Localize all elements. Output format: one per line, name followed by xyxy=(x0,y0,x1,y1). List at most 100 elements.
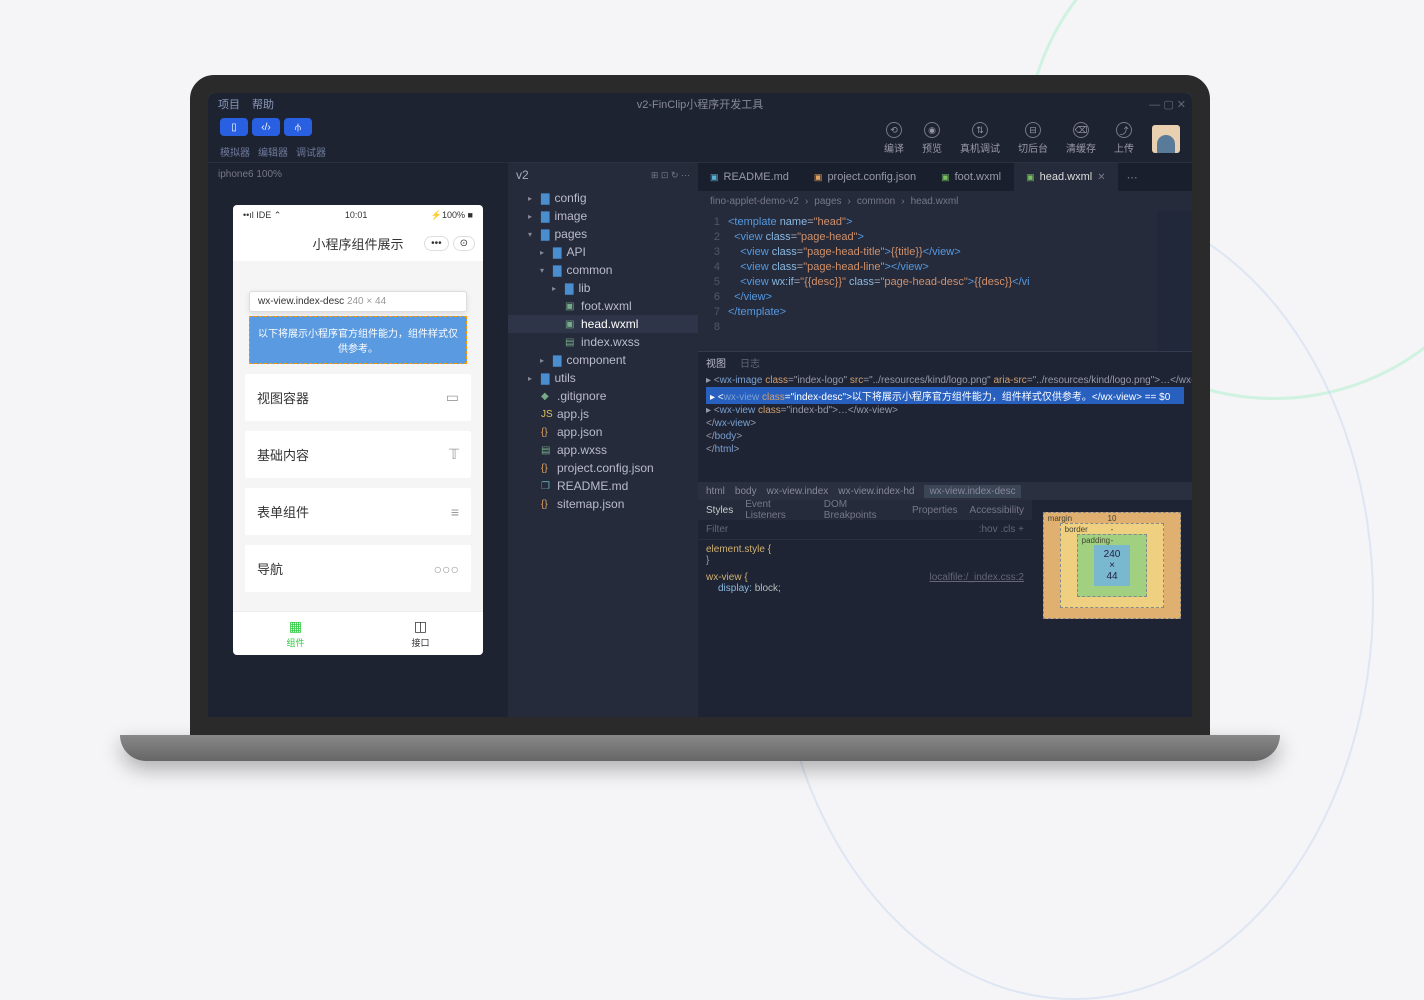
tree-app.wxss[interactable]: ▤app.wxss xyxy=(508,441,698,459)
phone-status-right: ⚡100% ■ xyxy=(431,210,473,221)
tree-pages[interactable]: ▾▇pages xyxy=(508,225,698,243)
tool-上传[interactable]: ⤴上传 xyxy=(1114,122,1134,155)
file-icon: JS xyxy=(541,409,552,420)
tree-app.js[interactable]: JSapp.js xyxy=(508,405,698,423)
pill-debugger[interactable]: ⫛ xyxy=(284,118,312,136)
subtab-Event Listeners[interactable]: Event Listeners xyxy=(745,499,812,521)
list-item[interactable]: 导航○○○ xyxy=(245,545,471,592)
crumb-wx-view.index[interactable]: wx-view.index xyxy=(767,486,829,497)
tree-foot.wxml[interactable]: ▣foot.wxml xyxy=(508,297,698,315)
crumb-wx-view.index-hd[interactable]: wx-view.index-hd xyxy=(838,486,914,497)
close-icon[interactable]: ✕ xyxy=(1097,172,1105,183)
explorer-root[interactable]: v2 xyxy=(516,168,529,182)
menu-project[interactable]: 项目 xyxy=(218,96,240,112)
file-icon: ◆ xyxy=(541,391,552,402)
tree-utils[interactable]: ▸▇utils xyxy=(508,369,698,387)
list-item[interactable]: 视图容器▭ xyxy=(245,374,471,421)
window-controls[interactable]: ― ▢ ✕ xyxy=(1149,98,1186,111)
phone-status-time: 10:01 xyxy=(345,210,368,220)
tab-foot.wxml[interactable]: ▣foot.wxml xyxy=(929,163,1014,191)
simulator-status: iphone6 100% xyxy=(208,163,508,185)
tree-project.config.json[interactable]: {}project.config.json xyxy=(508,459,698,477)
tool-真机调试[interactable]: ⇅真机调试 xyxy=(960,122,1000,155)
file-icon: ▣ xyxy=(565,319,576,330)
tool-切后台[interactable]: ⊟切后台 xyxy=(1018,122,1048,155)
pill-label-edit: 编辑器 xyxy=(258,144,288,159)
elements-panel[interactable]: ▸ <wx-image class="index-logo" src="../r… xyxy=(698,372,1192,482)
styles-filter[interactable]: Filter xyxy=(706,524,728,535)
subtab-Accessibility[interactable]: Accessibility xyxy=(970,505,1024,516)
dt-tab-log[interactable]: 日志 xyxy=(740,355,760,370)
folder-icon: ▇ xyxy=(565,282,573,295)
tab-head.wxml[interactable]: ▣head.wxml✕ xyxy=(1014,163,1118,191)
tree-component[interactable]: ▸▇component xyxy=(508,351,698,369)
tool-清缓存[interactable]: ⌫清缓存 xyxy=(1066,122,1096,155)
phone-status-left: ••ıl IDE ⌃ xyxy=(243,210,281,221)
subtab-Styles[interactable]: Styles xyxy=(706,505,733,516)
laptop-frame: 项目 帮助 v2-FinClip小程序开发工具 ― ▢ ✕ ▯ ‹/› ⫛ 模拟… xyxy=(170,75,1230,795)
file-icon: {} xyxy=(541,463,552,474)
tab-project.config.json[interactable]: ▣project.config.json xyxy=(802,163,929,191)
pill-label-debug: 调试器 xyxy=(296,144,326,159)
tabs-more[interactable]: ⋯ xyxy=(1119,163,1146,191)
highlighted-element[interactable]: 以下将展示小程序官方组件能力，组件样式仅供参考。 xyxy=(249,316,467,364)
tree-common[interactable]: ▾▇common xyxy=(508,261,698,279)
tree-head.wxml[interactable]: ▣head.wxml xyxy=(508,315,698,333)
simulator-panel: iphone6 100% ••ıl IDE ⌃ 10:01 ⚡100% ■ 小程… xyxy=(208,163,508,717)
tree-app.json[interactable]: {}app.json xyxy=(508,423,698,441)
tree-lib[interactable]: ▸▇lib xyxy=(508,279,698,297)
tree-API[interactable]: ▸▇API xyxy=(508,243,698,261)
breadcrumb[interactable]: fino-applet-demo-v2 › pages › common › h… xyxy=(698,191,1192,211)
tool-编译[interactable]: ⟲编译 xyxy=(884,122,904,155)
box-model: margin 10 border - padding - xyxy=(1032,500,1192,717)
elements-breadcrumb[interactable]: html body wx-view.index wx-view.index-hd wx-… xyxy=(698,482,1192,500)
explorer-actions[interactable]: ⊞ ⊡ ↻ ⋯ xyxy=(651,170,690,181)
crumb-wx-view.index-desc[interactable]: wx-view.index-desc xyxy=(924,485,1020,498)
file-icon: ▣ xyxy=(565,301,576,312)
menubar: 项目 帮助 v2-FinClip小程序开发工具 ― ▢ ✕ xyxy=(208,93,1192,115)
devtools: 视图 日志 ▸ <wx-image class="index-logo" src… xyxy=(698,351,1192,717)
minimap[interactable] xyxy=(1157,211,1192,351)
tree-image[interactable]: ▸▇image xyxy=(508,207,698,225)
list-item[interactable]: 表单组件≡ xyxy=(245,488,471,535)
tree-README.md[interactable]: ❐README.md xyxy=(508,477,698,495)
tabbar-组件[interactable]: ▦组件 xyxy=(233,612,358,655)
crumb-body[interactable]: body xyxy=(735,486,757,497)
file-icon: ▤ xyxy=(541,445,552,456)
folder-icon: ▇ xyxy=(553,264,561,277)
folder-icon: ▇ xyxy=(541,210,549,223)
menu-help[interactable]: 帮助 xyxy=(252,96,274,112)
dt-tab-view[interactable]: 视图 xyxy=(706,355,726,370)
pill-simulator[interactable]: ▯ xyxy=(220,118,248,136)
pill-label-sim: 模拟器 xyxy=(220,144,250,159)
styles-filter-actions[interactable]: :hov .cls + xyxy=(979,524,1024,535)
file-icon: ▤ xyxy=(565,337,576,348)
subtab-Properties[interactable]: Properties xyxy=(912,505,958,516)
code-editor[interactable]: 12345678 <template name="head"> <view cl… xyxy=(698,211,1192,351)
capsule-close[interactable]: ⊙ xyxy=(453,236,475,251)
avatar[interactable] xyxy=(1152,125,1180,153)
crumb-html[interactable]: html xyxy=(706,486,725,497)
folder-icon: ▇ xyxy=(541,372,549,385)
folder-icon: ▇ xyxy=(541,192,549,205)
tabbar-接口[interactable]: ◫接口 xyxy=(358,612,483,655)
folder-icon: ▇ xyxy=(553,246,561,259)
tree-sitemap.json[interactable]: {}sitemap.json xyxy=(508,495,698,513)
ide-app: 项目 帮助 v2-FinClip小程序开发工具 ― ▢ ✕ ▯ ‹/› ⫛ 模拟… xyxy=(208,93,1192,717)
tool-预览[interactable]: ◉预览 xyxy=(922,122,942,155)
styles-panel[interactable]: element.style {}</span><div class="sel">… xyxy=(698,540,1032,717)
tab-README.md[interactable]: ▣README.md xyxy=(698,163,802,191)
tree-config[interactable]: ▸▇config xyxy=(508,189,698,207)
folder-icon: ▇ xyxy=(553,354,561,367)
capsule-menu[interactable]: ••• xyxy=(424,236,449,251)
window-title: v2-FinClip小程序开发工具 xyxy=(637,96,764,112)
file-icon: {} xyxy=(541,427,552,438)
inspect-tooltip: wx-view.index-desc 240 × 44 xyxy=(249,291,467,312)
tree-.gitignore[interactable]: ◆.gitignore xyxy=(508,387,698,405)
list-item[interactable]: 基础内容𝕋 xyxy=(245,431,471,478)
pill-editor[interactable]: ‹/› xyxy=(252,118,280,136)
tree-index.wxss[interactable]: ▤index.wxss xyxy=(508,333,698,351)
file-explorer: v2 ⊞ ⊡ ↻ ⋯ ▸▇config▸▇image▾▇pages▸▇API▾▇… xyxy=(508,163,698,717)
subtab-DOM Breakpoints[interactable]: DOM Breakpoints xyxy=(824,499,900,521)
phone-preview: ••ıl IDE ⌃ 10:01 ⚡100% ■ 小程序组件展示 ••• ⊙ xyxy=(233,205,483,655)
